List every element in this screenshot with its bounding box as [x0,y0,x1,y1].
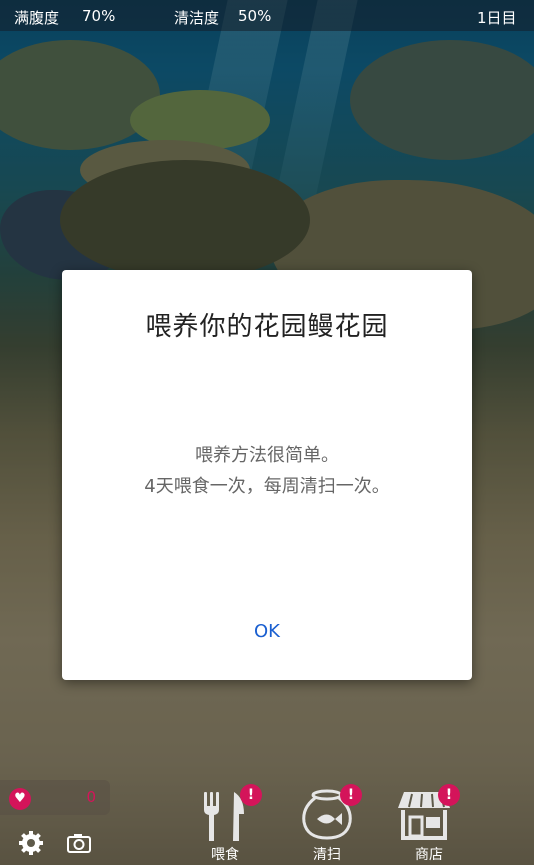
bottom-bar: ♥ 0 ! 喂食 ! 清扫 ! 商店 [0,780,534,865]
feed-label: 喂食 [211,847,239,863]
camera-icon[interactable] [64,828,94,858]
ok-button[interactable]: OK [237,616,297,646]
status-bar: 满腹度 70% 清洁度 50% 1日目 [0,0,534,31]
cleanliness-label: 清洁度 [174,9,220,27]
likes-counter[interactable]: ♥ 0 [0,780,110,815]
notification-badge: ! [240,784,262,806]
fullness-label: 满腹度 [14,9,60,27]
heart-icon: ♥ [9,788,31,810]
dialog-message: 喂养方法很简单。 4天喂食一次，每周清扫一次。 [62,440,472,502]
fullness-value: 70% [82,7,116,25]
shop-button[interactable]: ! 商店 [394,780,464,865]
shop-label: 商店 [415,847,443,863]
clean-label: 清扫 [313,847,341,863]
dialog-title: 喂养你的花园鳗花园 [145,312,389,342]
dialog-message-line: 4天喂食一次，每周清扫一次。 [144,476,390,497]
likes-count: 0 [86,788,96,806]
feed-button[interactable]: ! 喂食 [190,780,262,865]
clean-button[interactable]: ! 清扫 [292,780,362,865]
cleanliness-value: 50% [238,7,272,25]
tutorial-dialog: 喂养你的花园鳗花园 喂养方法很简单。 4天喂食一次，每周清扫一次。 OK [62,270,472,680]
notification-badge: ! [340,784,362,806]
gear-icon[interactable] [16,828,46,858]
dialog-message-line: 喂养方法很简单。 [195,445,339,466]
day-counter: 1日目 [477,9,517,27]
notification-badge: ! [438,784,460,806]
